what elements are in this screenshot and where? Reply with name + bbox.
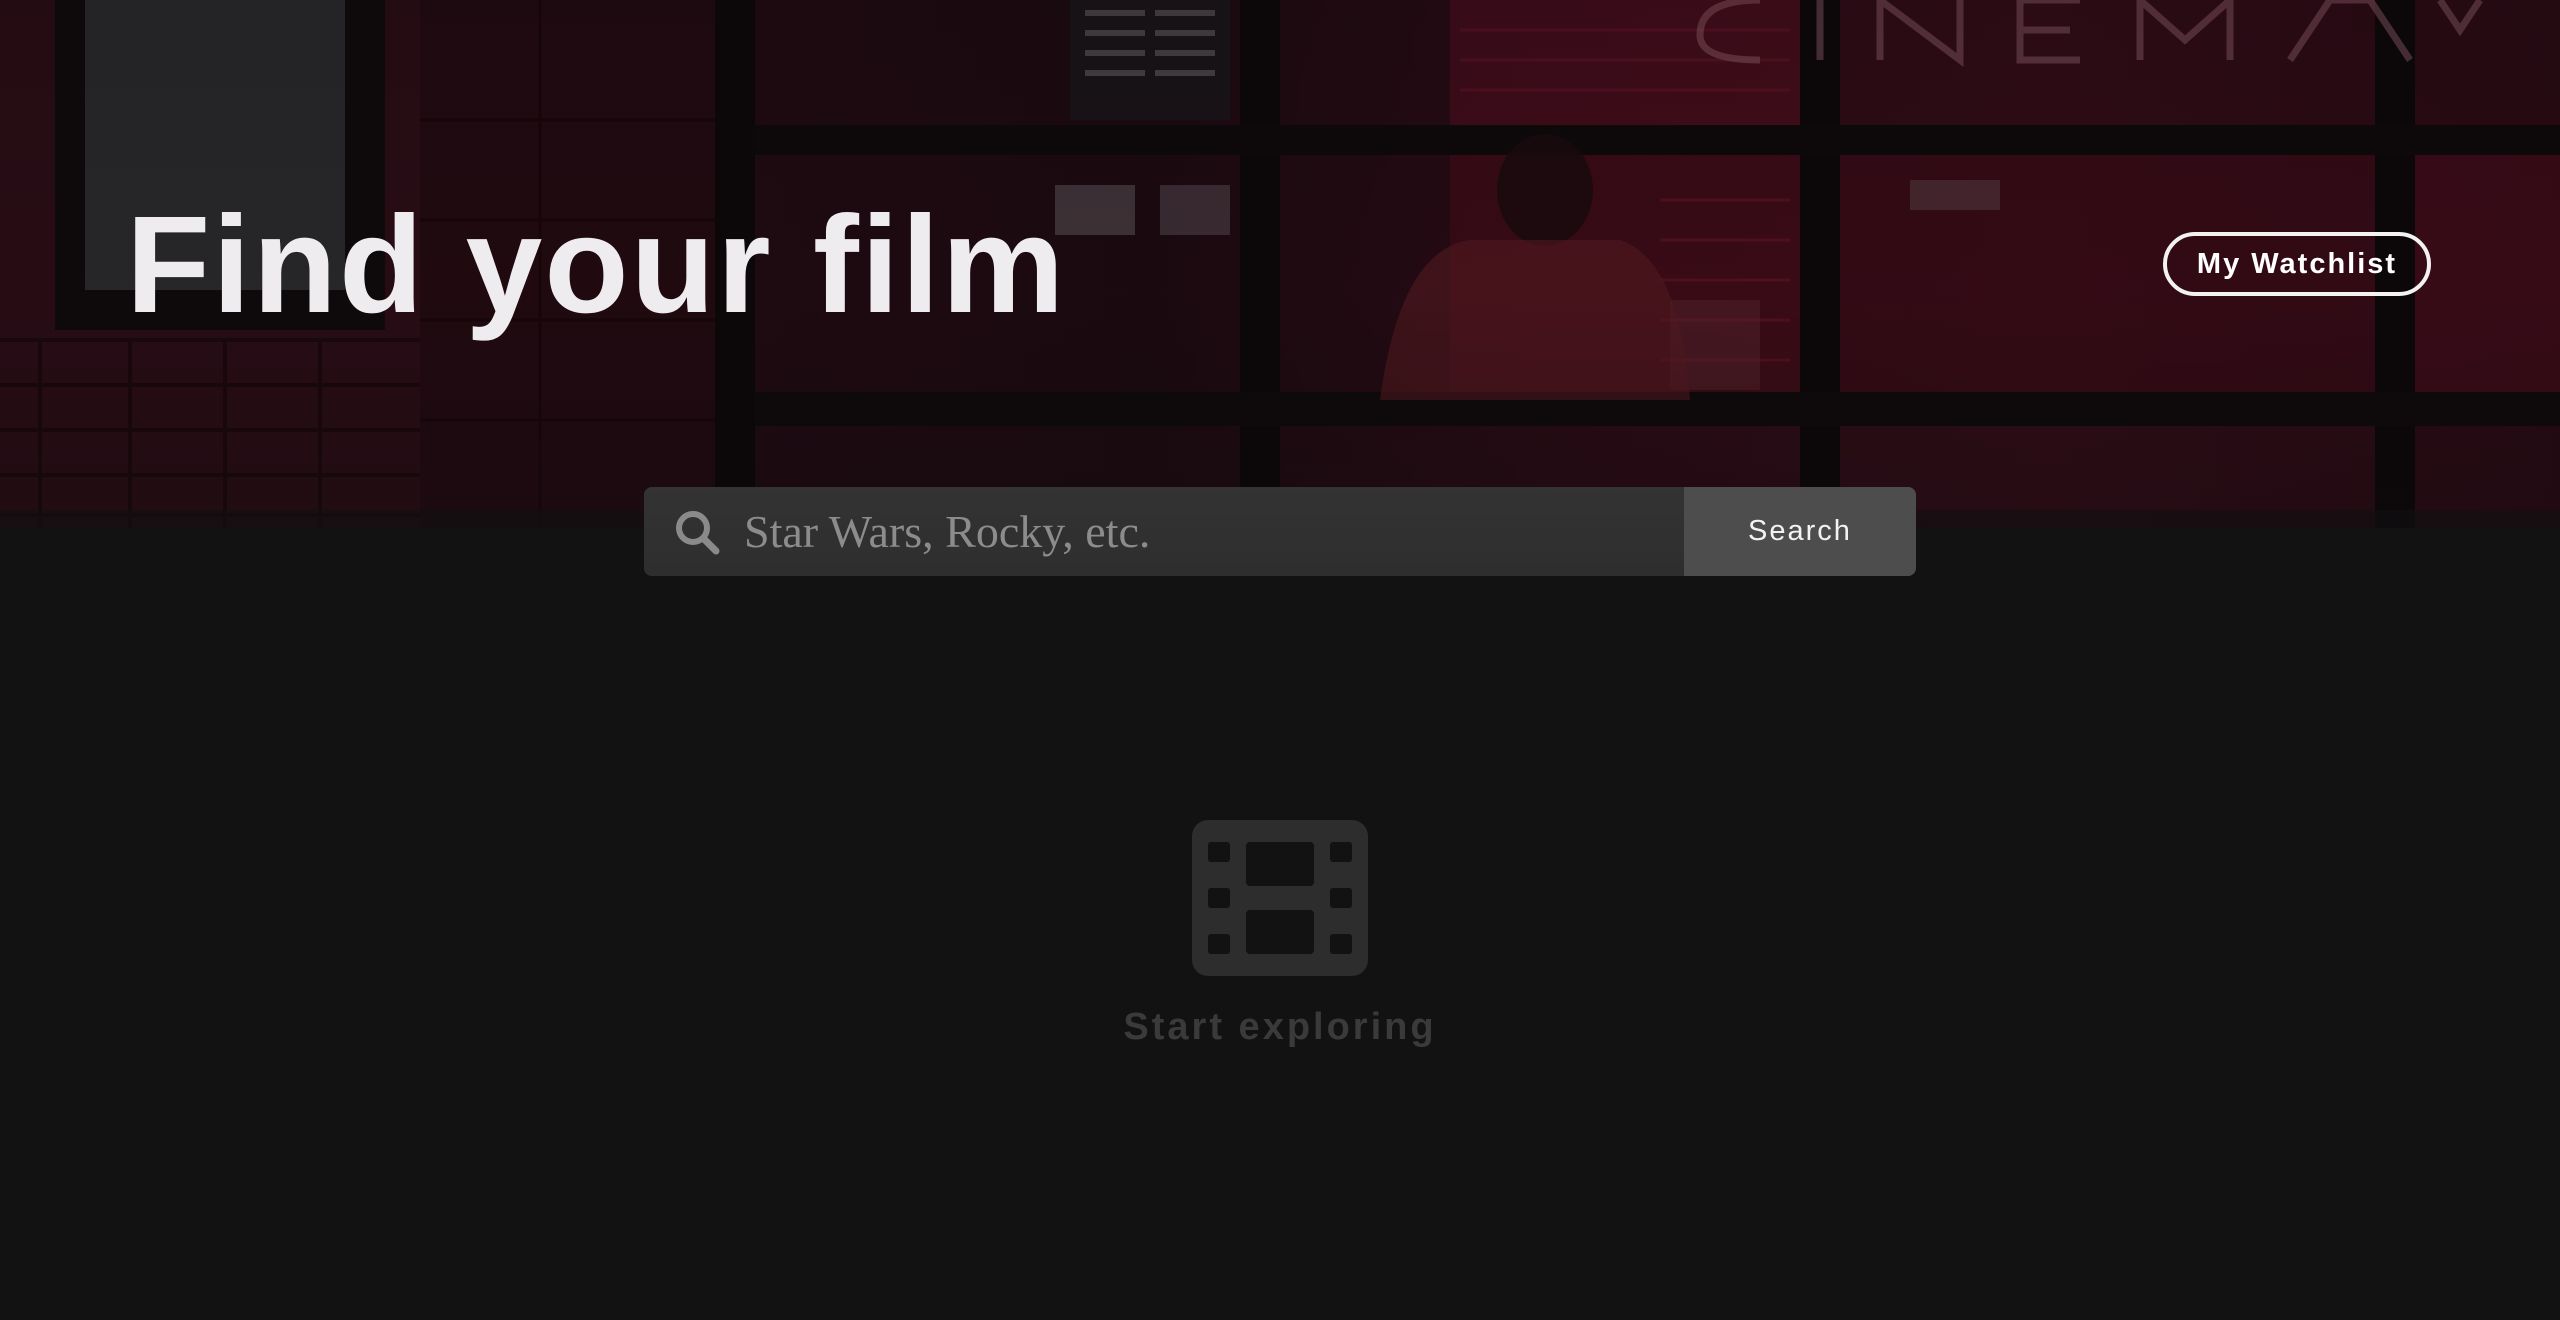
start-exploring-label: Start exploring — [1123, 1006, 1437, 1048]
page: Find your film My Watchlist Search — [0, 0, 2560, 1320]
empty-state: Start exploring — [1080, 820, 1480, 1048]
search-button[interactable]: Search — [1684, 487, 1916, 576]
film-icon — [1192, 820, 1368, 976]
search-icon — [676, 511, 720, 555]
my-watchlist-button[interactable]: My Watchlist — [2163, 232, 2431, 296]
search-bar: Search — [644, 487, 1916, 576]
hero-banner: Find your film My Watchlist — [0, 0, 2560, 528]
page-title: Find your film — [126, 188, 1067, 342]
search-field[interactable] — [644, 487, 1684, 576]
search-input[interactable] — [744, 487, 1674, 576]
